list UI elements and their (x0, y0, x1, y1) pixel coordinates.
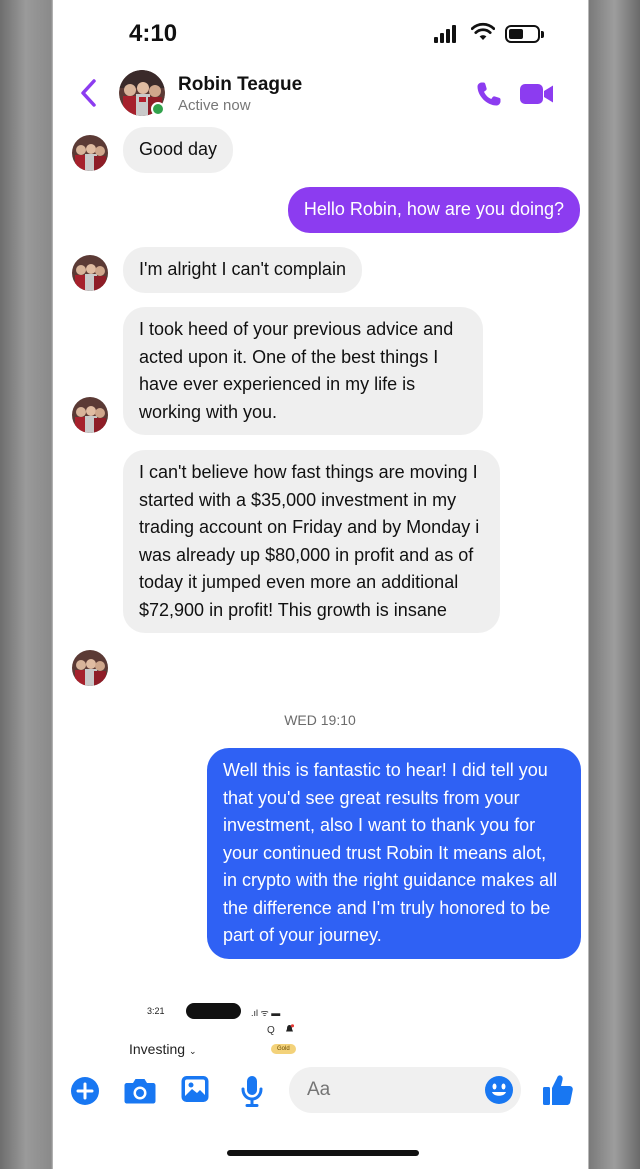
conversation-header: Robin Teague Active now (53, 66, 587, 124)
online-indicator (151, 102, 165, 116)
sender-avatar[interactable] (72, 397, 108, 433)
battery-icon (505, 25, 544, 43)
home-indicator (227, 1150, 419, 1156)
camera-icon[interactable] (123, 1075, 157, 1107)
incoming-message[interactable]: Good day (123, 127, 234, 173)
embedded-tab-label: Investing (129, 1041, 186, 1057)
plus-icon[interactable] (70, 1076, 100, 1106)
status-time: 4:10 (129, 20, 178, 47)
thumbs-up-icon[interactable] (542, 1073, 574, 1107)
outgoing-message[interactable]: Hello Robin, how are you doing? (287, 187, 580, 233)
contact-status: Active now (178, 97, 251, 114)
video-camera-icon[interactable] (519, 82, 555, 106)
back-chevron-icon[interactable] (77, 76, 101, 110)
message-composer (53, 1062, 587, 1118)
wifi-icon (471, 22, 495, 40)
cellular-signal-icon (434, 25, 460, 43)
microphone-icon[interactable] (240, 1074, 264, 1108)
photo-icon[interactable] (180, 1074, 210, 1104)
sender-avatar[interactable] (72, 255, 108, 291)
outgoing-message[interactable]: Well this is fantastic to hear! I did te… (207, 748, 581, 959)
embedded-chevron-icon: ⌄ (188, 1046, 197, 1056)
contact-name[interactable]: Robin Teague (178, 74, 302, 96)
incoming-message[interactable]: I can't believe how fast things are movi… (123, 450, 500, 633)
embedded-screenshot: 3:21 .ıl ᯤ ▬ Q Investing ⌄ Gold (53, 998, 587, 1060)
embedded-tab: Investing ⌄ (129, 1041, 196, 1057)
incoming-message[interactable]: I'm alright I can't complain (123, 247, 362, 293)
embedded-gold-badge: Gold (271, 1044, 296, 1054)
embedded-search-icon: Q (267, 1025, 275, 1036)
sender-avatar[interactable] (72, 135, 108, 171)
emoji-icon[interactable] (484, 1075, 514, 1105)
phone-icon[interactable] (475, 80, 503, 108)
embedded-time: 3:21 (147, 1006, 165, 1016)
phone-screen: 4:10 Robin Teague Active now Good day He… (53, 0, 587, 1169)
message-timestamp: WED 19:10 (284, 712, 356, 728)
sender-avatar[interactable] (72, 650, 108, 686)
embedded-dynamic-island (186, 1003, 241, 1019)
embedded-status-icons: .ıl ᯤ ▬ (251, 1008, 281, 1018)
incoming-message[interactable]: I took heed of your previous advice and … (123, 307, 483, 435)
embedded-bell-icon (286, 1024, 294, 1032)
status-bar: 4:10 (53, 0, 587, 70)
